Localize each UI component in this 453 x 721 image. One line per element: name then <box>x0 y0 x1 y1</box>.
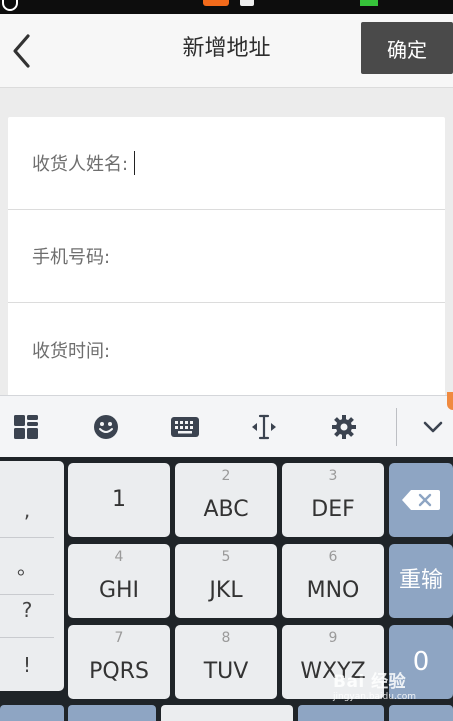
text-cursor <box>134 151 136 175</box>
watermark-sub: jingyan.baidu.com <box>333 692 417 702</box>
shield-icon <box>2 0 18 11</box>
space-key[interactable] <box>161 705 293 721</box>
watermark-main: Bai 经验 <box>333 672 407 692</box>
keyboard-toolbar <box>0 392 453 457</box>
receiver-name-field[interactable]: 收货人姓名: <box>8 117 445 210</box>
signal-icon <box>240 0 254 6</box>
reenter-key[interactable]: 重输 <box>389 544 453 618</box>
key-6[interactable]: 6 MNO <box>282 544 384 618</box>
key-3[interactable]: 3 DEF <box>282 463 384 537</box>
watermark: Bai 经验 jingyan.baidu.com <box>333 672 451 716</box>
delivery-time-field[interactable]: 收货时间: <box>8 303 445 396</box>
key-5[interactable]: 5 JKL <box>175 544 277 618</box>
emoji-icon[interactable] <box>89 410 123 444</box>
field-label: 手机号码: <box>32 247 111 268</box>
backspace-key[interactable] <box>389 463 453 537</box>
field-label: 收货时间: <box>32 340 111 362</box>
battery-icon <box>360 0 378 6</box>
key-7[interactable]: 7 PQRS <box>68 625 170 699</box>
symbol-key-exclaim[interactable]: ! <box>0 637 54 693</box>
bottom-key-2[interactable] <box>68 705 156 721</box>
corner-indicator <box>447 392 453 410</box>
address-form: 收货人姓名: 手机号码: 收货时间: <box>8 117 445 397</box>
key-2[interactable]: 2 ABC <box>175 463 277 537</box>
title-bar: 新增地址 确定 <box>0 14 453 88</box>
phone-field[interactable]: 手机号码: <box>8 210 445 303</box>
toolbar-divider <box>396 408 397 446</box>
symbol-key-comma[interactable]: , <box>0 482 54 538</box>
chevron-down-icon[interactable] <box>416 410 450 444</box>
notification-icon <box>203 0 229 6</box>
field-label: 收货人姓名: <box>32 154 129 175</box>
grid-icon[interactable] <box>9 410 43 444</box>
backspace-icon <box>402 490 440 510</box>
key-8[interactable]: 8 TUV <box>175 625 277 699</box>
keyboard-icon[interactable] <box>168 410 202 444</box>
symbol-key-question[interactable]: ? <box>0 582 54 638</box>
bottom-key-left[interactable] <box>0 705 64 721</box>
cursor-move-icon[interactable] <box>247 410 281 444</box>
confirm-button[interactable]: 确定 <box>361 22 453 74</box>
key-1[interactable]: 1 <box>68 463 170 537</box>
symbol-column: , 。 ? ! <box>0 461 64 691</box>
gear-icon[interactable] <box>327 410 361 444</box>
status-bar <box>0 0 453 14</box>
key-4[interactable]: 4 GHI <box>68 544 170 618</box>
